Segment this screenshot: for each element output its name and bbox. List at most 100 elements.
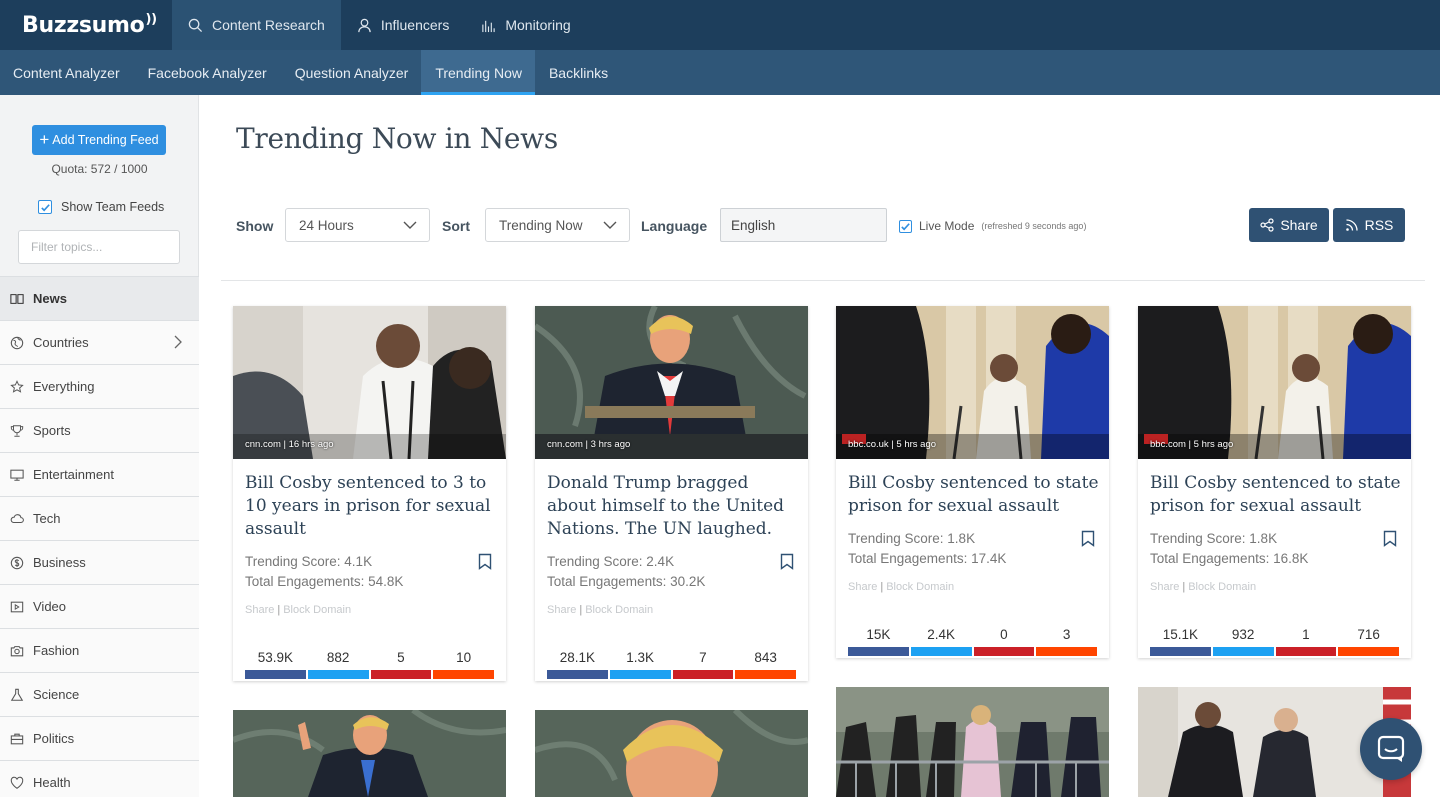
briefcase-icon bbox=[10, 733, 24, 744]
heart-icon bbox=[10, 776, 24, 789]
article-actions: Share | Block Domain bbox=[547, 604, 653, 616]
chat-launcher-button[interactable] bbox=[1360, 718, 1422, 780]
bookmark-icon[interactable] bbox=[478, 553, 492, 570]
filter-bar: Show 24 Hours Sort Trending Now Language… bbox=[236, 208, 1406, 242]
article-thumbnail[interactable]: cnn.com | 16 hrs ago bbox=[233, 306, 506, 459]
share-link[interactable]: Share bbox=[547, 604, 576, 616]
bookmark-icon[interactable] bbox=[1383, 530, 1397, 547]
topic-news[interactable]: News bbox=[0, 276, 199, 320]
buzzsumo-logo[interactable]: Buzzsumo)) bbox=[0, 0, 172, 50]
article-card[interactable]: bbc.co.uk | 5 hrs ago Bill Cosby sentenc… bbox=[836, 306, 1109, 658]
topic-label: Sports bbox=[33, 423, 71, 438]
engagement-bar bbox=[672, 670, 734, 679]
twitter-engagement: 882 bbox=[307, 648, 369, 679]
article-thumbnail[interactable]: bbc.co.uk | 5 hrs ago bbox=[836, 306, 1109, 459]
chevron-down-icon bbox=[403, 221, 417, 229]
article-thumbnail[interactable]: bbc.com | 5 hrs ago bbox=[1138, 306, 1411, 459]
engagement-bar bbox=[370, 670, 432, 679]
topnav-label: Influencers bbox=[380, 17, 450, 33]
reddit-engagement: 3 bbox=[1036, 625, 1097, 656]
monitor-icon bbox=[10, 469, 24, 481]
subnav-content-analyzer[interactable]: Content Analyzer bbox=[0, 50, 133, 95]
live-mode-checkbox[interactable] bbox=[899, 219, 912, 233]
topnav-monitoring[interactable]: Monitoring bbox=[465, 0, 586, 50]
topic-fashion[interactable]: Fashion bbox=[0, 628, 199, 672]
article-thumbnail[interactable] bbox=[836, 687, 1109, 797]
share-link[interactable]: Share bbox=[245, 604, 274, 616]
photo-trump-un bbox=[535, 306, 808, 459]
article-card[interactable]: cnn.com | 16 hrs ago Bill Cosby sentence… bbox=[233, 306, 506, 681]
live-mode-toggle[interactable]: Live Mode (refreshed 9 seconds ago) bbox=[899, 219, 1086, 233]
chevron-down-icon bbox=[603, 221, 617, 229]
topic-countries[interactable]: Countries bbox=[0, 320, 199, 364]
topnav-influencers[interactable]: Influencers bbox=[341, 0, 465, 50]
engagement-value: 53.9K bbox=[257, 650, 294, 665]
topic-tech[interactable]: Tech bbox=[0, 496, 199, 540]
topic-everything[interactable]: Everything bbox=[0, 364, 199, 408]
engagement-value: 15.1K bbox=[1162, 627, 1199, 642]
sort-value: Trending Now bbox=[499, 217, 583, 233]
topic-sports[interactable]: Sports bbox=[0, 408, 199, 452]
facebook-engagement: 15.1K bbox=[1150, 625, 1211, 656]
article-title[interactable]: Bill Cosby sentenced to state prison for… bbox=[848, 472, 1100, 518]
article-title[interactable]: Bill Cosby sentenced to 3 to 10 years in… bbox=[245, 472, 497, 541]
article-card[interactable]: cnn.com | 3 hrs ago Donald Trump bragged… bbox=[535, 306, 808, 681]
share-button[interactable]: Share bbox=[1249, 208, 1329, 242]
check-icon bbox=[40, 203, 50, 211]
topic-label: Everything bbox=[33, 379, 95, 394]
block-domain-link[interactable]: Block Domain bbox=[886, 581, 954, 593]
subnav-trending-now[interactable]: Trending Now bbox=[421, 50, 535, 95]
article-thumbnail[interactable]: cnn.com | 3 hrs ago bbox=[535, 306, 808, 459]
article-thumbnail[interactable] bbox=[233, 710, 506, 797]
quota-text: Quota: 572 / 1000 bbox=[51, 162, 148, 176]
topic-politics[interactable]: Politics bbox=[0, 716, 199, 760]
subnav-backlinks[interactable]: Backlinks bbox=[535, 50, 621, 95]
article-stats: Trending Score: 1.8K Total Engagements: … bbox=[848, 529, 1006, 569]
show-select[interactable]: 24 Hours bbox=[285, 208, 430, 242]
engagement-bars: 53.9K 882 5 10 bbox=[245, 648, 494, 679]
topic-entertainment[interactable]: Entertainment bbox=[0, 452, 199, 496]
total-engagements: Total Engagements: 54.8K bbox=[245, 574, 404, 589]
facebook-engagement: 28.1K bbox=[547, 648, 608, 679]
subnav-question-analyzer[interactable]: Question Analyzer bbox=[280, 50, 422, 95]
topic-health[interactable]: Health bbox=[0, 760, 199, 797]
sort-select[interactable]: Trending Now bbox=[485, 208, 630, 242]
trophy-icon bbox=[10, 424, 24, 437]
share-link[interactable]: Share bbox=[848, 581, 877, 593]
block-domain-link[interactable]: Block Domain bbox=[585, 604, 653, 616]
article-title[interactable]: Donald Trump bragged about himself to th… bbox=[547, 472, 799, 541]
subnav-facebook-analyzer[interactable]: Facebook Analyzer bbox=[133, 50, 280, 95]
rss-button[interactable]: RSS bbox=[1333, 208, 1405, 242]
share-link[interactable]: Share bbox=[1150, 581, 1179, 593]
engagement-bar bbox=[735, 670, 796, 679]
reddit-engagement: 10 bbox=[433, 648, 494, 679]
block-domain-link[interactable]: Block Domain bbox=[1188, 581, 1256, 593]
article-card[interactable]: bbc.com | 5 hrs ago Bill Cosby sentenced… bbox=[1138, 306, 1411, 658]
filter-topics-input[interactable] bbox=[18, 230, 180, 264]
language-input[interactable]: English bbox=[720, 208, 887, 242]
bookmark-icon[interactable] bbox=[1081, 530, 1095, 547]
topic-business[interactable]: Business bbox=[0, 540, 199, 584]
add-trending-feed-button[interactable]: + Add Trending Feed bbox=[32, 125, 166, 155]
show-team-feeds-toggle[interactable]: Show Team Feeds bbox=[38, 200, 164, 214]
topnav-content-research[interactable]: Content Research bbox=[172, 0, 341, 50]
topic-science[interactable]: Science bbox=[0, 672, 199, 716]
article-thumbnail[interactable] bbox=[535, 710, 808, 797]
show-label: Show bbox=[236, 218, 274, 234]
article-title[interactable]: Bill Cosby sentenced to state prison for… bbox=[1150, 472, 1402, 518]
bookmark-icon[interactable] bbox=[780, 553, 794, 570]
block-domain-link[interactable]: Block Domain bbox=[283, 604, 351, 616]
engagement-bar bbox=[1036, 647, 1097, 656]
photo-cosby-walking bbox=[1138, 306, 1411, 459]
topic-label: Entertainment bbox=[33, 467, 114, 482]
live-mode-note: (refreshed 9 seconds ago) bbox=[981, 221, 1087, 231]
engagement-value: 1 bbox=[1302, 627, 1310, 642]
checkbox[interactable] bbox=[38, 200, 52, 214]
article-stats: Trending Score: 4.1K Total Engagements: … bbox=[245, 552, 403, 592]
trending-score: Trending Score: 2.4K bbox=[547, 554, 675, 569]
signal-icon: )) bbox=[145, 11, 157, 27]
engagement-bar bbox=[848, 647, 909, 656]
reddit-engagement: 843 bbox=[735, 648, 796, 679]
show-team-feeds-label: Show Team Feeds bbox=[61, 200, 165, 214]
topic-video[interactable]: Video bbox=[0, 584, 199, 628]
